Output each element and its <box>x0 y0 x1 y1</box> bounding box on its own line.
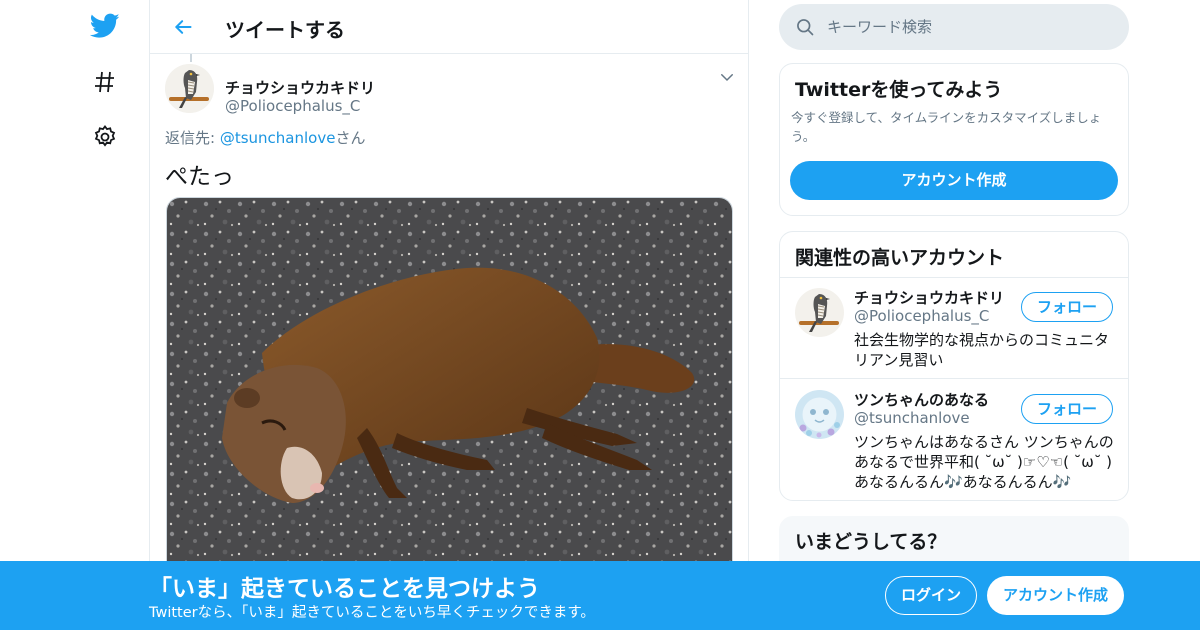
search-box[interactable] <box>779 4 1129 50</box>
related-accounts-card: 関連性の高いアカウント チョウショウカキドリ @Poliocephalus_C … <box>779 231 1129 501</box>
left-nav <box>80 0 130 630</box>
signup-card: Twitterを使ってみよう 今すぐ登録して、タイムラインをカスタマイズしましょ… <box>779 63 1129 216</box>
hashtag-icon[interactable] <box>90 67 120 97</box>
reply-prefix: 返信先: <box>165 129 220 147</box>
gear-icon[interactable] <box>90 122 120 152</box>
tweet-photo[interactable] <box>166 197 733 577</box>
search-icon <box>795 17 815 37</box>
avatar[interactable] <box>795 390 844 439</box>
login-button[interactable]: ログイン <box>885 576 977 615</box>
banner-title: 「いま」起きていることを見つけよう <box>149 576 540 602</box>
page-header: ツイートする <box>150 0 748 54</box>
search-input[interactable] <box>827 14 1107 40</box>
main-column: ツイートする チョウショウカキドリ @Poliocephalus_C 返信先: … <box>149 0 749 630</box>
related-accounts-title: 関連性の高いアカウント <box>795 247 1005 269</box>
author-name[interactable]: チョウショウカキドリ <box>225 77 375 98</box>
page-title: ツイートする <box>225 18 345 42</box>
follow-button[interactable]: フォロー <box>1021 394 1113 424</box>
page: ツイートする チョウショウカキドリ @Poliocephalus_C 返信先: … <box>0 0 1200 630</box>
banner-subtitle: Twitterなら、「いま」起きていることをいち早くチェックできます。 <box>149 605 595 621</box>
account-handle: @Poliocephalus_C <box>854 307 990 325</box>
avatar[interactable] <box>165 64 214 113</box>
avatar[interactable] <box>795 288 844 337</box>
trends-title: いまどうしてる？ <box>795 531 947 553</box>
arrow-left-icon[interactable] <box>168 12 198 42</box>
create-account-button[interactable]: アカウント作成 <box>790 161 1118 200</box>
account-name[interactable]: チョウショウカキドリ <box>854 287 1004 308</box>
related-account-item[interactable]: チョウショウカキドリ @Poliocephalus_C フォロー 社会生物学的な… <box>780 278 1128 378</box>
account-handle: @tsunchanlove <box>854 409 970 427</box>
signup-banner: 「いま」起きていることを見つけよう Twitterなら、「いま」起きていることを… <box>0 561 1200 630</box>
signup-card-description: 今すぐ登録して、タイムラインをカスタマイズしましょう。 <box>791 110 1102 144</box>
thread-connector-line <box>190 54 192 62</box>
divider <box>780 378 1128 379</box>
twitter-bird-icon[interactable] <box>90 11 120 41</box>
reply-suffix: さん <box>335 129 366 147</box>
reply-to-line: 返信先: @tsunchanloveさん <box>165 127 365 148</box>
chevron-down-icon[interactable] <box>718 68 736 86</box>
tweet-text: ぺたっ <box>165 164 234 190</box>
reply-mention-link[interactable]: @tsunchanlove <box>220 129 336 147</box>
account-bio: 社会生物学的な視点からのコミュニタリアン見習い <box>854 331 1110 369</box>
account-name[interactable]: ツンちゃんのあなる <box>854 389 989 410</box>
author-handle[interactable]: @Poliocephalus_C <box>225 97 360 115</box>
banner-create-account-button[interactable]: アカウント作成 <box>987 576 1124 615</box>
follow-button[interactable]: フォロー <box>1021 292 1113 322</box>
account-bio: ツンちゃんはあなるさん ツンちゃんのあなるで世界平和( ˘ω˘ )☞♡☜( ˘ω… <box>854 433 1114 491</box>
signup-card-title: Twitterを使ってみよう <box>795 79 1003 101</box>
related-account-item[interactable]: ツンちゃんのあなる @tsunchanlove フォロー ツンちゃんはあなるさん… <box>780 380 1128 491</box>
